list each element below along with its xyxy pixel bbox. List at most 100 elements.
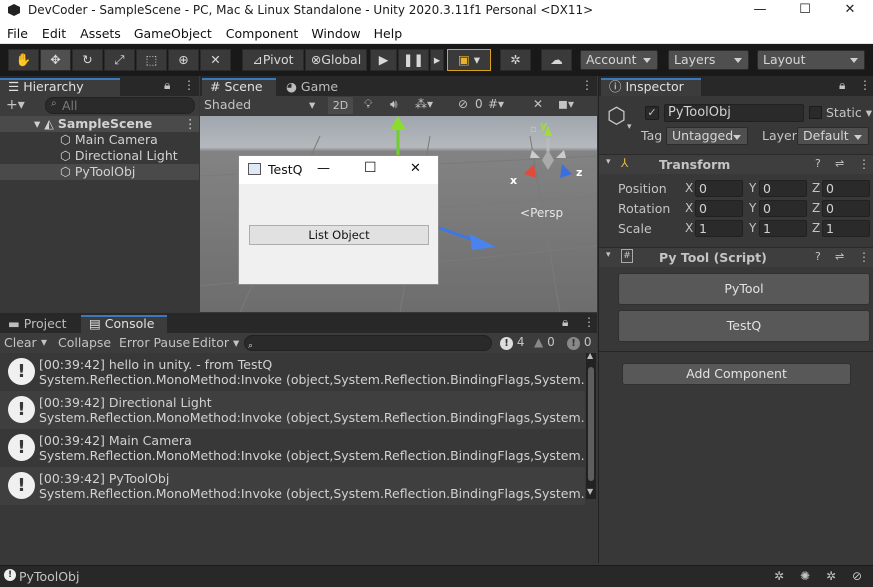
help-icon[interactable]: ? bbox=[815, 250, 821, 263]
menu-file[interactable]: File bbox=[7, 22, 28, 41]
hierarchy-item[interactable]: ⬡ Main Camera bbox=[60, 132, 158, 148]
scroll-down-icon[interactable]: ▼ bbox=[587, 487, 593, 496]
log-entry[interactable]: ! [00:39:42] Main Camera System.Reflecti… bbox=[0, 429, 585, 467]
step-button[interactable]: ▸ bbox=[430, 49, 444, 71]
menu-window[interactable]: Window bbox=[311, 22, 360, 41]
lock-icon[interactable]: 🔒︎ bbox=[839, 78, 845, 93]
component-more-icon[interactable]: ⋮ bbox=[858, 157, 870, 171]
tab-scene[interactable]: # Scene bbox=[202, 78, 276, 96]
position-z-field[interactable]: 0 bbox=[822, 180, 870, 197]
error-pause-toggle[interactable]: Error Pause bbox=[119, 335, 190, 350]
static-checkbox[interactable] bbox=[809, 106, 822, 119]
shading-dropdown[interactable]: Shaded ▾ bbox=[204, 97, 320, 114]
pause-button[interactable]: ❚❚ bbox=[398, 49, 429, 71]
grid-toggle-icon[interactable]: #▾ bbox=[488, 97, 504, 111]
bug-icon[interactable]: ✺ bbox=[800, 569, 810, 583]
custom-tool-icon[interactable]: ✕ bbox=[200, 49, 231, 71]
more-icon[interactable]: ⋮ bbox=[183, 78, 195, 92]
hierarchy-search-input[interactable]: All bbox=[45, 97, 195, 114]
rotation-x-field[interactable]: 0 bbox=[695, 200, 743, 217]
more-icon[interactable]: ⋮ bbox=[581, 78, 593, 92]
tab-project[interactable]: ▬ Project bbox=[0, 315, 80, 333]
dialog-minimize-button[interactable]: — bbox=[317, 161, 330, 176]
tag-dropdown[interactable]: Untagged bbox=[666, 127, 748, 145]
list-object-button[interactable]: List Object bbox=[249, 225, 429, 245]
scroll-up-icon[interactable]: ▲ bbox=[587, 351, 593, 360]
cloud-icon[interactable]: ☁ bbox=[541, 49, 572, 71]
preset-icon[interactable]: ⇌ bbox=[835, 157, 844, 170]
help-icon[interactable]: ? bbox=[815, 157, 821, 170]
menu-component[interactable]: Component bbox=[226, 22, 299, 41]
more-icon[interactable]: ⋮ bbox=[583, 315, 595, 329]
layout-dropdown[interactable]: Layout bbox=[757, 50, 865, 70]
camera-icon[interactable]: ◼▾ bbox=[558, 97, 574, 111]
orientation-gizmo[interactable]: y x z bbox=[508, 119, 588, 194]
tab-hierarchy[interactable]: ☰ Hierarchy bbox=[0, 78, 120, 96]
rect-tool-icon[interactable]: ⬚ bbox=[136, 49, 167, 71]
pytool-button[interactable]: PyTool bbox=[618, 273, 870, 305]
global-toggle[interactable]: ⊗Global bbox=[305, 49, 367, 71]
scene-row[interactable]: ▾ ◭ SampleScene ⋮ bbox=[0, 116, 199, 132]
scrollbar-thumb[interactable] bbox=[588, 367, 594, 481]
debug-mode-icon[interactable]: ✲ bbox=[826, 569, 836, 583]
transform-header[interactable]: ▾ ⅄ Transform ? ⇌ ⋮ bbox=[599, 154, 873, 174]
error-filter-toggle[interactable]: ! 0 bbox=[567, 335, 591, 350]
hand-tool-icon[interactable]: ✋ bbox=[8, 49, 39, 71]
more-icon[interactable]: ⋮ bbox=[859, 78, 871, 92]
transform-tool-icon[interactable]: ⊕ bbox=[168, 49, 199, 71]
active-checkbox[interactable]: ✓ bbox=[645, 106, 659, 120]
add-component-button[interactable]: Add Component bbox=[622, 363, 851, 385]
tools-icon[interactable]: ✕ bbox=[533, 97, 543, 111]
2d-toggle[interactable]: 2D bbox=[328, 97, 353, 114]
layer-dropdown[interactable]: Default bbox=[797, 127, 869, 145]
account-dropdown[interactable]: Account bbox=[580, 50, 658, 70]
rotate-tool-icon[interactable]: ↻ bbox=[72, 49, 103, 71]
rotation-y-field[interactable]: 0 bbox=[759, 200, 807, 217]
preset-icon[interactable]: ⇌ bbox=[835, 250, 844, 263]
persp-label[interactable]: <Persp bbox=[520, 206, 563, 220]
console-search-input[interactable]: ⌕ bbox=[244, 335, 492, 351]
move-tool-icon[interactable]: ✥ bbox=[40, 49, 71, 71]
log-entry[interactable]: ! [00:39:42] Directional Light System.Re… bbox=[0, 391, 585, 429]
auto-generate-icon[interactable]: ✲ bbox=[774, 569, 784, 583]
component-more-icon[interactable]: ⋮ bbox=[858, 250, 870, 264]
tab-inspector[interactable]: ⓘ Inspector bbox=[601, 78, 701, 96]
script-header[interactable]: ▾ # Py Tool (Script) ? ⇌ ⋮ bbox=[599, 247, 873, 267]
menu-assets[interactable]: Assets bbox=[80, 22, 121, 41]
warning-filter-toggle[interactable]: ▲ 0 bbox=[534, 335, 555, 349]
dialog-close-button[interactable]: ✕ bbox=[410, 161, 421, 176]
layers-dropdown[interactable]: Layers bbox=[668, 50, 749, 70]
rotation-z-field[interactable]: 0 bbox=[822, 200, 870, 217]
testq-button[interactable]: TestQ bbox=[618, 310, 870, 342]
check-icon[interactable]: ⊘ bbox=[852, 569, 862, 583]
scale-x-field[interactable]: 1 bbox=[695, 220, 743, 237]
log-entry[interactable]: ! [00:39:42] hello in unity. - from Test… bbox=[0, 353, 585, 391]
play-button[interactable]: ▶ bbox=[370, 49, 397, 71]
hidden-icon[interactable]: ⊘ bbox=[458, 97, 468, 111]
hierarchy-item[interactable]: ⬡ Directional Light bbox=[60, 148, 178, 164]
scale-tool-icon[interactable]: ⤢ bbox=[104, 49, 135, 71]
add-icon[interactable]: +▾ bbox=[6, 97, 25, 113]
collapse-toggle[interactable]: Collapse bbox=[58, 335, 111, 350]
dialog-maximize-button[interactable]: ☐ bbox=[364, 160, 377, 176]
minimize-button[interactable]: — bbox=[737, 0, 783, 22]
status-text[interactable]: PyToolObj bbox=[19, 569, 79, 584]
lock-icon[interactable]: 🔒︎ bbox=[562, 315, 568, 330]
effects-icon[interactable]: ⁂▾ bbox=[415, 97, 433, 111]
position-y-field[interactable]: 0 bbox=[759, 180, 807, 197]
menu-edit[interactable]: Edit bbox=[42, 22, 66, 41]
scene-more-icon[interactable]: ⋮ bbox=[184, 116, 197, 132]
audio-icon[interactable]: 🔊︎ bbox=[390, 97, 398, 112]
menu-gameobject[interactable]: GameObject bbox=[134, 22, 212, 41]
log-entry[interactable]: ! [00:39:42] PyToolObj System.Reflection… bbox=[0, 467, 585, 505]
tab-game[interactable]: ◕ Game bbox=[278, 78, 348, 96]
log-filter-toggle[interactable]: ! 4 bbox=[500, 335, 524, 350]
lock-icon[interactable]: 🔒︎ bbox=[164, 78, 170, 93]
collab-dropdown[interactable]: ▣ ▾ bbox=[447, 49, 491, 71]
position-x-field[interactable]: 0 bbox=[695, 180, 743, 197]
close-button[interactable]: ✕ bbox=[827, 0, 873, 22]
scale-y-field[interactable]: 1 bbox=[759, 220, 807, 237]
console-scrollbar[interactable]: ▲ ▼ bbox=[586, 351, 596, 499]
tab-console[interactable]: ▤ Console bbox=[81, 315, 167, 333]
lighting-icon[interactable]: 💡︎ bbox=[364, 97, 372, 112]
